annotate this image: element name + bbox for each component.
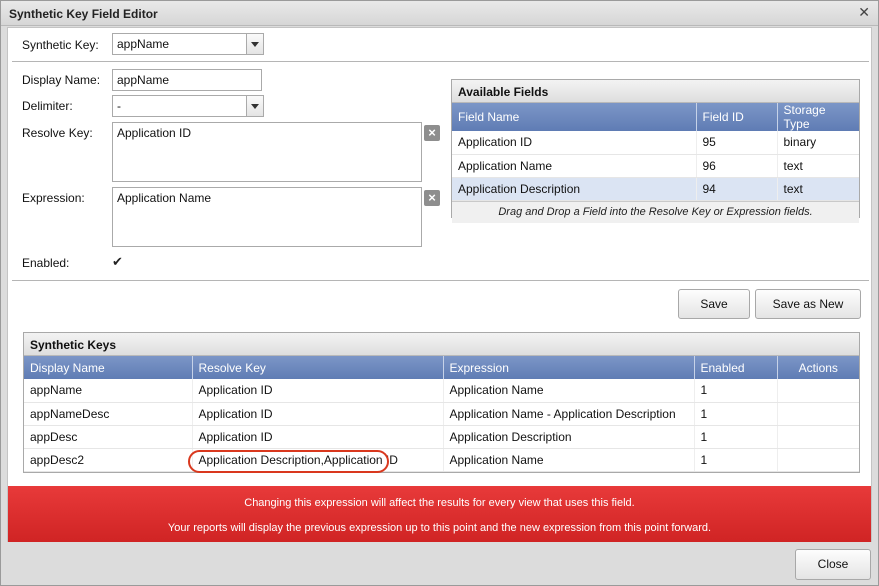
display-name-cell: appDesc2 <box>24 448 193 472</box>
table-row[interactable]: Application Name 96 text <box>452 154 859 178</box>
chevron-down-icon[interactable] <box>246 34 263 54</box>
synthetic-key-select-value: appName <box>117 37 170 51</box>
column-header-field-id[interactable]: Field ID <box>696 103 778 131</box>
enabled-label: Enabled: <box>22 256 70 270</box>
synthetic-keys-table: Display Name Resolve Key Expression Enab… <box>24 356 859 472</box>
column-header-storage-type[interactable]: Storage Type <box>777 103 859 131</box>
highlight-annotation <box>188 450 389 473</box>
drag-drop-hint: Drag and Drop a Field into the Resolve K… <box>452 200 859 223</box>
delimiter-label: Delimiter: <box>22 99 73 113</box>
enabled-cell: 1 <box>694 425 778 449</box>
clear-expression-icon[interactable]: × <box>424 190 440 206</box>
expression-cell: Application Description <box>443 425 695 449</box>
available-fields-table: Field Name Field ID Storage Type Applica… <box>452 103 859 201</box>
display-name-cell: appName <box>24 379 193 403</box>
storage-type-cell: binary <box>777 131 859 155</box>
synthetic-key-select[interactable]: appName <box>112 33 264 55</box>
enabled-cell: 1 <box>694 379 778 403</box>
chevron-down-icon[interactable] <box>246 96 263 116</box>
synthetic-keys-title: Synthetic Keys <box>24 333 859 356</box>
field-name-cell: Application Name <box>452 154 697 178</box>
expression-label: Expression: <box>22 191 85 205</box>
display-name-cell: appNameDesc <box>24 402 193 426</box>
table-row[interactable]: Application ID 95 binary <box>452 131 859 155</box>
resolve-key-label: Resolve Key: <box>22 126 93 140</box>
dialog-title: Synthetic Key Field Editor <box>9 7 158 21</box>
column-header-field-name[interactable]: Field Name <box>452 103 697 131</box>
resolve-key-input[interactable]: Application ID <box>112 122 422 182</box>
field-name-cell: Application Description <box>452 177 697 201</box>
column-header-display-name[interactable]: Display Name <box>24 356 193 379</box>
resolve-key-cell: Application ID <box>192 425 444 449</box>
enabled-checkbox[interactable]: ✔ <box>112 255 126 269</box>
resolve-key-cell: Application ID <box>192 402 444 426</box>
display-name-cell: appDesc <box>24 425 193 449</box>
column-header-enabled[interactable]: Enabled <box>694 356 778 379</box>
save-as-new-button[interactable]: Save as New <box>755 289 861 319</box>
delimiter-select-value: - <box>117 99 121 113</box>
expression-cell: Application Name - Application Descripti… <box>443 402 695 426</box>
field-id-cell: 95 <box>696 131 778 155</box>
storage-type-cell: text <box>777 154 859 178</box>
table-row[interactable]: appDesc Application ID Application Descr… <box>24 425 859 449</box>
actions-cell[interactable] <box>777 379 859 403</box>
available-fields-panel: Available Fields Field Name Field ID Sto… <box>451 79 860 223</box>
clear-resolve-key-icon[interactable]: × <box>424 125 440 141</box>
table-row[interactable]: appDesc2 Application Description,Applica… <box>24 448 859 472</box>
table-row[interactable]: Application Description 94 text <box>452 177 859 201</box>
resolve-key-cell: Application ID <box>192 379 444 403</box>
close-icon[interactable]: ✕ <box>858 4 870 21</box>
enabled-cell: 1 <box>694 448 778 472</box>
table-row[interactable]: appNameDesc Application ID Application N… <box>24 402 859 426</box>
column-header-resolve-key[interactable]: Resolve Key <box>192 356 444 379</box>
field-name-cell: Application ID <box>452 131 697 155</box>
expression-cell: Application Name <box>443 448 695 472</box>
warning-line-2: Your reports will display the previous e… <box>167 522 712 534</box>
actions-cell[interactable] <box>777 402 859 426</box>
warning-line-1: Changing this expression will affect the… <box>244 497 635 509</box>
divider-top <box>12 61 869 62</box>
synthetic-key-field-editor-dialog: Synthetic Key Field Editor ✕ Synthetic K… <box>0 0 879 586</box>
dialog-content: Synthetic Key: appName Display Name: app… <box>7 27 872 542</box>
display-name-input[interactable]: appName <box>112 69 262 91</box>
synthetic-key-label: Synthetic Key: <box>22 38 99 52</box>
display-name-label: Display Name: <box>22 73 101 87</box>
expression-change-warning: Changing this expression will affect the… <box>8 486 871 542</box>
actions-cell[interactable] <box>777 425 859 449</box>
table-row[interactable]: appName Application ID Application Name … <box>24 379 859 403</box>
column-header-actions[interactable]: Actions <box>777 356 859 379</box>
field-id-cell: 94 <box>696 177 778 201</box>
synthetic-keys-panel: Synthetic Keys Display Name Resolve Key … <box>23 332 860 473</box>
divider-middle <box>12 280 869 281</box>
expression-cell: Application Name <box>443 379 695 403</box>
column-header-expression[interactable]: Expression <box>443 356 695 379</box>
expression-input[interactable]: Application Name <box>112 187 422 247</box>
close-button[interactable]: Close <box>795 549 871 580</box>
storage-type-cell: text <box>777 177 859 201</box>
field-id-cell: 96 <box>696 154 778 178</box>
save-button[interactable]: Save <box>678 289 750 319</box>
delimiter-select[interactable]: - <box>112 95 264 117</box>
actions-cell[interactable] <box>777 448 859 472</box>
available-fields-title: Available Fields <box>452 80 859 103</box>
title-bar: Synthetic Key Field Editor ✕ <box>1 1 878 26</box>
enabled-cell: 1 <box>694 402 778 426</box>
